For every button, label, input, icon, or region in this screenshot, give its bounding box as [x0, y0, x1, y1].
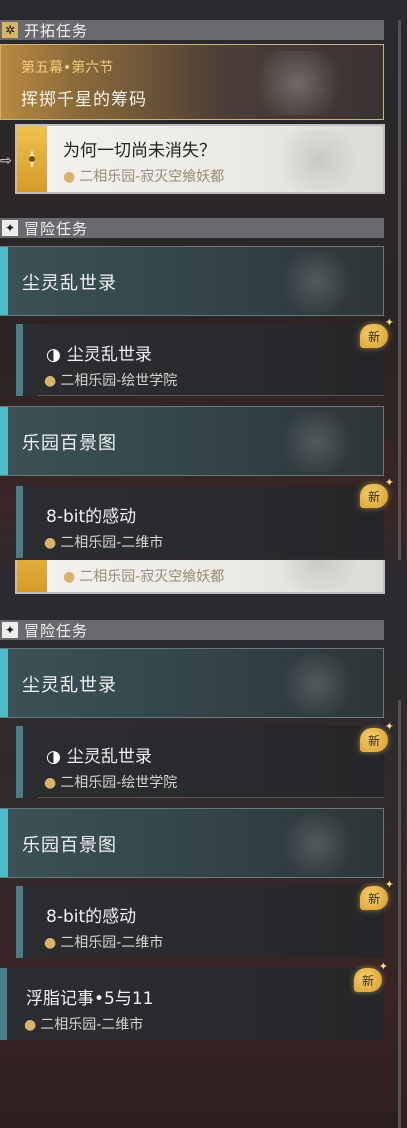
category-paradise-scenery[interactable]: 乐园百景图	[0, 406, 384, 476]
scrollbar[interactable]	[398, 700, 401, 1128]
trailblaze-icon	[17, 560, 47, 592]
quest-list-top: ✲ 开拓任务 第五幕•第六节 挥掷千星的筹码 ⇨ 为何一切尚未消失？ ● 二相乐园…	[0, 0, 407, 560]
task-location: ● 二相乐园-寂灭空飨妖都	[63, 569, 225, 585]
emblem-decoration	[267, 813, 367, 875]
task-name: ◑ 尘灵乱世录	[46, 345, 152, 365]
task-item[interactable]: ◑ 尘灵乱世录 ● 二相乐园-绘世学院	[16, 726, 384, 798]
divider	[38, 395, 384, 396]
new-badge: 新	[360, 878, 394, 910]
category-name: 尘灵乱世录	[22, 273, 117, 294]
task-name: 8-bit的感动	[46, 907, 137, 927]
diamond-icon: ✲	[2, 22, 18, 38]
task-location: ● 二相乐园-二维市	[44, 535, 164, 551]
emblem-decoration	[233, 51, 363, 115]
main-quest-name: 挥掷千星的筹码	[21, 90, 147, 110]
diamond-icon: ✦	[2, 220, 18, 236]
category-name: 乐园百景图	[22, 433, 117, 454]
main-quest-chapter: 第五幕•第六节	[21, 60, 114, 76]
task-item[interactable]: 浮脂记事•5与11 ● 二相乐园-二维市	[0, 968, 384, 1040]
location-pin-icon: ●	[44, 535, 57, 551]
task-location: ● 二相乐园-二维市	[24, 1017, 144, 1033]
location-pin-icon: ●	[44, 775, 57, 791]
task-item[interactable]: ◑ 尘灵乱世录 ● 二相乐园-绘世学院	[16, 324, 384, 396]
divider	[38, 797, 384, 798]
emblem-decoration	[267, 411, 367, 473]
selection-arrow-icon: ⇨	[0, 153, 12, 169]
new-badge: 新	[360, 720, 394, 752]
new-badge: 新	[354, 960, 388, 992]
task-name: 为何一切尚未消失？	[63, 141, 216, 161]
task-name: 8-bit的感动	[46, 507, 137, 527]
section-header-adventure: ✦ 冒险任务	[0, 218, 384, 238]
emblem-decoration	[267, 251, 367, 313]
task-location: ● 二相乐园-二维市	[44, 935, 164, 951]
main-quest-card[interactable]: 第五幕•第六节 挥掷千星的筹码	[0, 44, 384, 120]
section-header-adventure: ✦ 冒险任务	[0, 620, 384, 640]
section-title: 冒险任务	[24, 219, 89, 238]
category-dust-spirit[interactable]: 尘灵乱世录	[0, 648, 384, 718]
category-name: 乐园百景图	[22, 835, 117, 856]
category-paradise-scenery[interactable]: 乐园百景图	[0, 808, 384, 878]
task-location: ● 二相乐园-绘世学院	[44, 373, 178, 389]
task-name: ◑ 尘灵乱世录	[46, 747, 152, 767]
emblem-decoration	[263, 130, 373, 190]
scrollbar[interactable]	[398, 20, 401, 560]
location-pin-icon: ●	[24, 1017, 37, 1033]
task-item[interactable]: 8-bit的感动 ● 二相乐园-二维市	[16, 486, 384, 558]
selected-task-card[interactable]: ● 二相乐园-寂灭空飨妖都	[15, 560, 385, 594]
section-header-pioneer: ✲ 开拓任务	[0, 20, 384, 40]
location-pin-icon: ●	[44, 373, 57, 389]
category-name: 尘灵乱世录	[22, 675, 117, 696]
selected-task-card[interactable]: 为何一切尚未消失？ ● 二相乐园-寂灭空飨妖都	[15, 124, 385, 194]
task-location: ● 二相乐园-绘世学院	[44, 775, 178, 791]
diamond-icon: ✦	[2, 622, 18, 638]
task-item[interactable]: 8-bit的感动 ● 二相乐园-二维市	[16, 886, 384, 958]
dust-spirit-icon: ◑	[46, 747, 61, 767]
new-badge: 新	[360, 476, 394, 508]
location-pin-icon: ●	[44, 935, 57, 951]
location-pin-icon: ●	[63, 169, 76, 185]
quest-list-bottom: ● 二相乐园-寂灭空飨妖都 ✦ 冒险任务 尘灵乱世录 ◑ 尘灵乱世录 ● 二相乐园-绘…	[0, 560, 407, 1128]
category-dust-spirit[interactable]: 尘灵乱世录	[0, 246, 384, 316]
task-name: 浮脂记事•5与11	[26, 989, 154, 1009]
dust-spirit-icon: ◑	[46, 345, 61, 365]
location-pin-icon: ●	[63, 569, 76, 585]
emblem-decoration	[263, 560, 373, 590]
section-title: 开拓任务	[24, 21, 89, 40]
emblem-decoration	[267, 653, 367, 715]
new-badge: 新	[360, 316, 394, 348]
trailblaze-icon	[17, 126, 47, 192]
task-location: ● 二相乐园-寂灭空飨妖都	[63, 169, 225, 185]
section-title: 冒险任务	[24, 621, 89, 640]
